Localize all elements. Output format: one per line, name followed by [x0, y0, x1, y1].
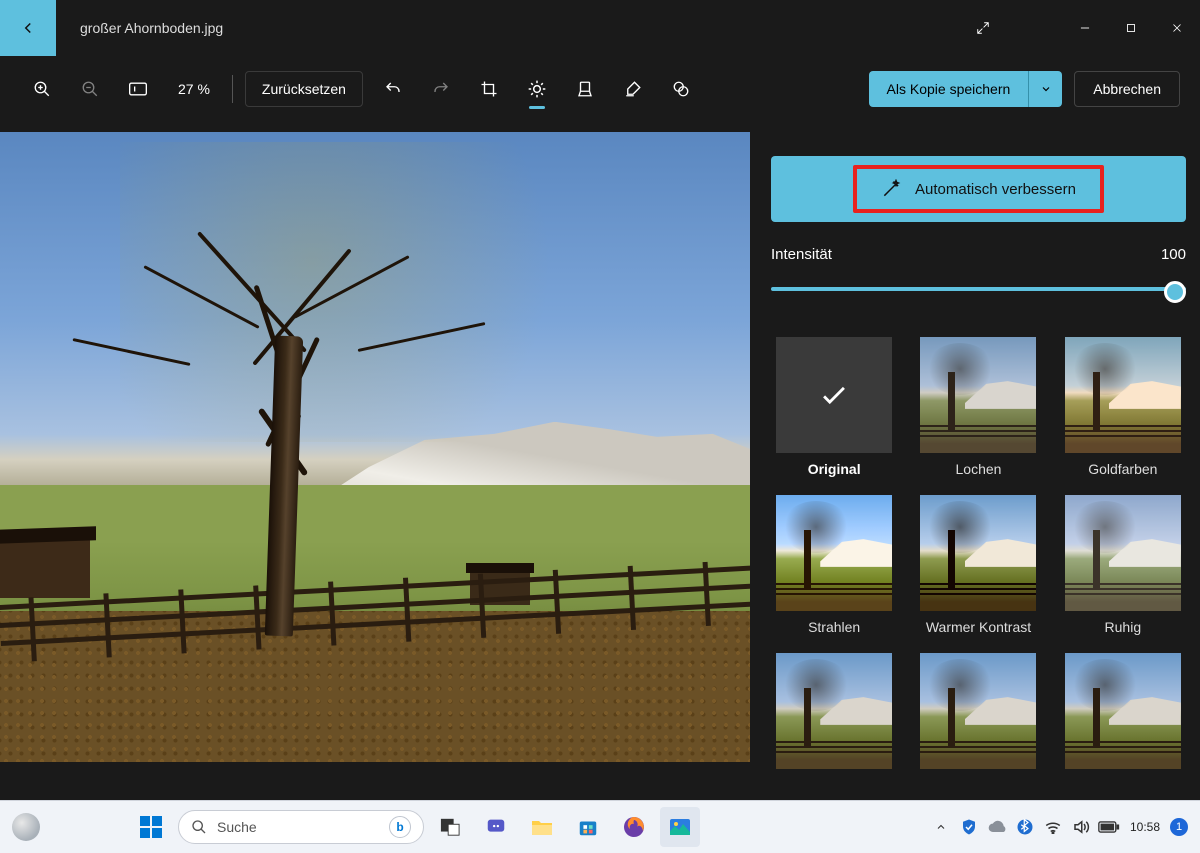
retouch-icon[interactable] [659, 67, 703, 111]
firefox-icon[interactable] [614, 807, 654, 847]
file-name: großer Ahornboden.jpg [80, 20, 223, 36]
weather-widget-icon[interactable] [12, 813, 40, 841]
start-button[interactable] [130, 809, 172, 845]
security-icon[interactable] [958, 807, 980, 847]
markup-icon[interactable] [611, 67, 655, 111]
minimize-button[interactable] [1062, 4, 1108, 52]
filter-lochen[interactable]: Lochen [915, 337, 1041, 477]
filter-label: Goldfarben [1060, 461, 1186, 477]
filter-extra-1[interactable] [771, 653, 897, 777]
filter-label: Lochen [915, 461, 1041, 477]
notification-badge[interactable]: 1 [1170, 818, 1188, 836]
toolbar: 27 % Zurücksetzen Als Kopie speichern Ab… [0, 56, 1200, 122]
fit-icon[interactable] [116, 67, 160, 111]
filter-label: Strahlen [771, 619, 897, 635]
filter-label: Warmer Kontrast [915, 619, 1041, 635]
wand-icon [881, 179, 901, 199]
filter-strahlen[interactable]: Strahlen [771, 495, 897, 635]
redo-icon[interactable] [419, 67, 463, 111]
filter-label: Original [771, 461, 897, 477]
intensity-label: Intensität [771, 246, 832, 263]
taskview-icon[interactable] [430, 807, 470, 847]
reset-button[interactable]: Zurücksetzen [245, 71, 363, 107]
filter-grid: Original Lochen Goldfarben Strahlen Warm… [771, 337, 1186, 777]
intensity-value: 100 [1161, 246, 1186, 263]
search-placeholder: Suche [217, 819, 379, 835]
save-button[interactable]: Als Kopie speichern [869, 71, 1029, 107]
filter-icon[interactable] [563, 67, 607, 111]
title-bar: großer Ahornboden.jpg [0, 0, 1200, 56]
auto-enhance-button[interactable]: Automatisch verbessern [771, 156, 1186, 222]
filter-label: Ruhig [1060, 619, 1186, 635]
cancel-button[interactable]: Abbrechen [1074, 71, 1180, 107]
crop-icon[interactable] [467, 67, 511, 111]
toolbar-divider [232, 75, 233, 103]
edit-panel: Automatisch verbessern Intensität 100 Or… [751, 122, 1200, 800]
onedrive-icon[interactable] [986, 807, 1008, 847]
filter-ruhig[interactable]: Ruhig [1060, 495, 1186, 635]
search-icon [191, 819, 207, 835]
save-split-button: Als Kopie speichern [869, 71, 1063, 107]
intensity-slider[interactable] [771, 279, 1186, 299]
zoom-level[interactable]: 27 % [164, 81, 224, 97]
fullscreen-icon[interactable] [960, 4, 1006, 52]
filter-goldfarben[interactable]: Goldfarben [1060, 337, 1186, 477]
undo-icon[interactable] [371, 67, 415, 111]
zoom-out-icon[interactable] [68, 67, 112, 111]
auto-enhance-highlight: Automatisch verbessern [853, 165, 1104, 213]
bing-chat-icon[interactable]: b [389, 816, 411, 838]
image-preview[interactable] [0, 132, 750, 762]
filter-original[interactable]: Original [771, 337, 897, 477]
filter-warmer-kontrast[interactable]: Warmer Kontrast [915, 495, 1041, 635]
adjust-icon[interactable] [515, 67, 559, 111]
store-icon[interactable] [568, 807, 608, 847]
tray-chevron-icon[interactable] [930, 807, 952, 847]
save-dropdown-button[interactable] [1028, 71, 1062, 107]
volume-icon[interactable] [1070, 807, 1092, 847]
taskbar-search[interactable]: Suche b [178, 810, 424, 844]
filter-extra-3[interactable] [1060, 653, 1186, 777]
explorer-icon[interactable] [522, 807, 562, 847]
back-button[interactable] [0, 0, 56, 56]
taskbar: Suche b 10:58 1 [0, 800, 1200, 853]
zoom-in-icon[interactable] [20, 67, 64, 111]
auto-enhance-label: Automatisch verbessern [915, 181, 1076, 198]
wifi-icon[interactable] [1042, 807, 1064, 847]
preview-area [0, 132, 751, 800]
filter-extra-2[interactable] [915, 653, 1041, 777]
slider-thumb[interactable] [1164, 281, 1186, 303]
taskbar-clock[interactable]: 10:58 [1130, 820, 1160, 834]
maximize-button[interactable] [1108, 4, 1154, 52]
chat-icon[interactable] [476, 807, 516, 847]
bluetooth-icon[interactable] [1014, 807, 1036, 847]
battery-icon[interactable] [1098, 807, 1120, 847]
photos-app-icon[interactable] [660, 807, 700, 847]
close-button[interactable] [1154, 4, 1200, 52]
